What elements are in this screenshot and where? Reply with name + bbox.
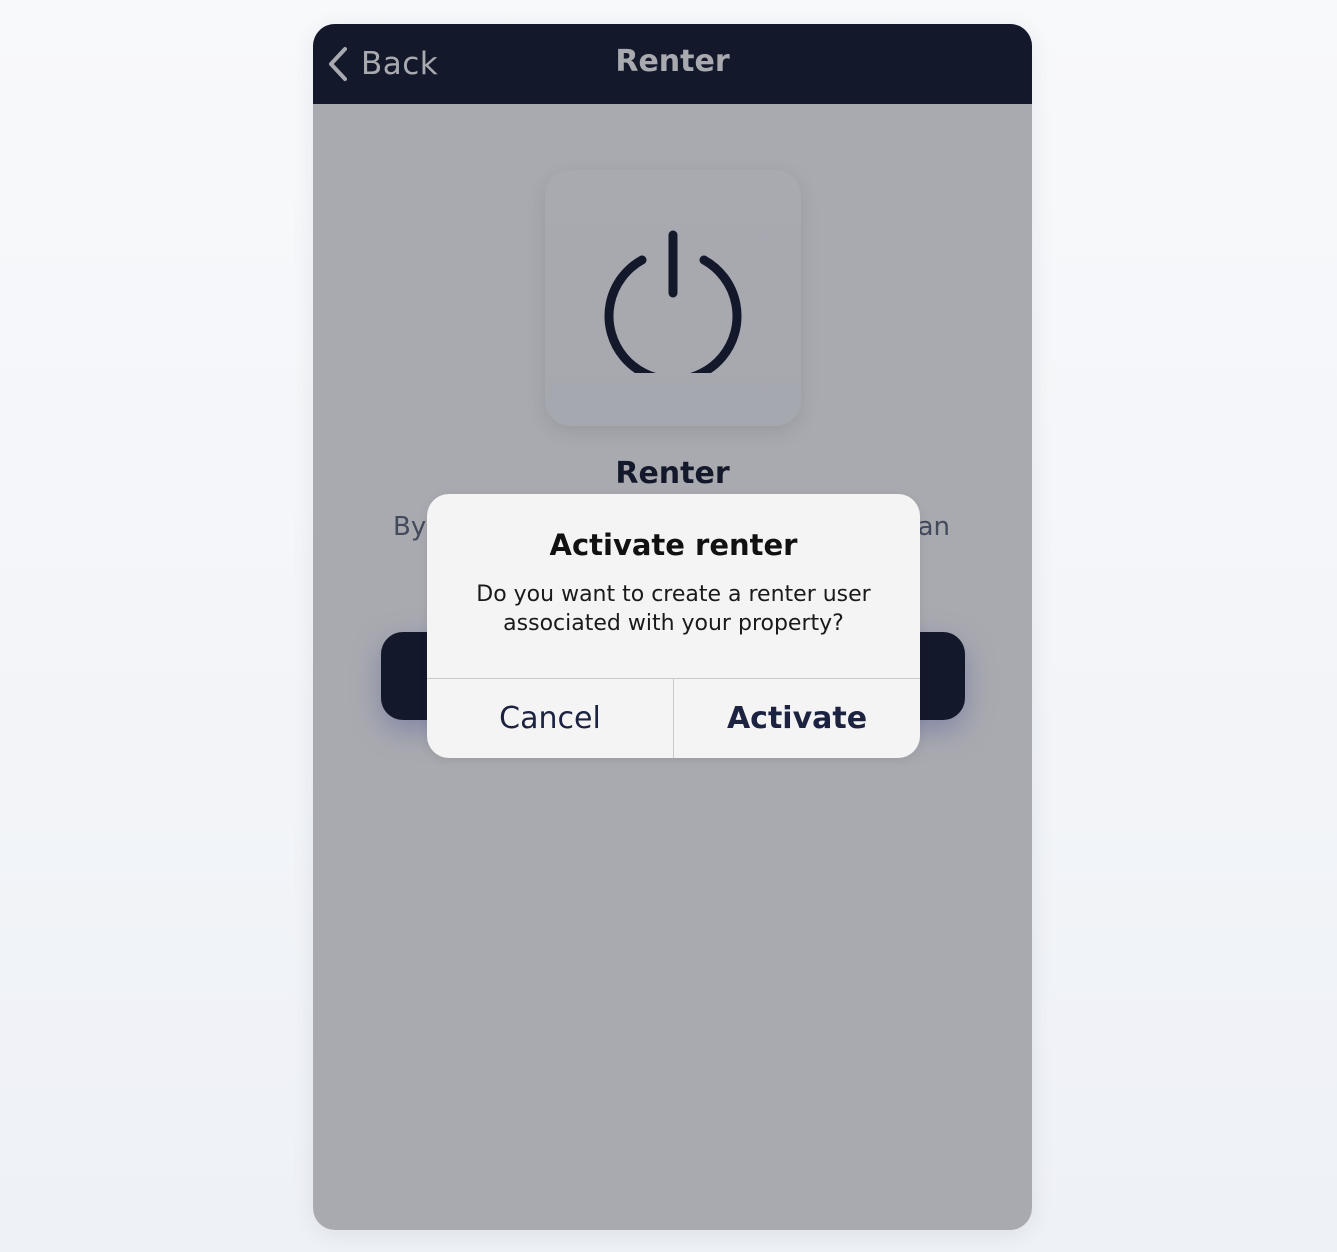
activate-renter-dialog: Activate renter Do you want to create a …	[427, 494, 920, 758]
dialog-message: Do you want to create a renter user asso…	[476, 582, 871, 636]
activate-button[interactable]: Activate	[674, 679, 920, 758]
cancel-button[interactable]: Cancel	[427, 679, 673, 758]
phone-screen: Renter By an Back Renter Activate renter…	[313, 24, 1032, 1230]
dialog-title: Activate renter	[549, 528, 798, 562]
